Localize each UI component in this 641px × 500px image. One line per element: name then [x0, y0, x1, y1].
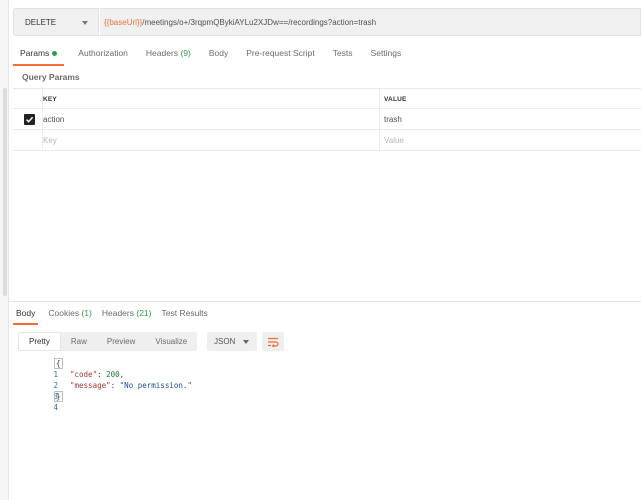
wrap-lines-button[interactable]	[262, 332, 284, 351]
view-pretty-button[interactable]: Pretty	[18, 332, 61, 351]
url-variable: {{baseUrl}}	[104, 17, 143, 27]
wrap-lines-icon	[268, 337, 279, 347]
new-param-key-input[interactable]: Key	[43, 130, 380, 151]
url-path: /meetings/o+/3rqpmQBykiAYLu2XJDw==/recor…	[142, 17, 377, 27]
table-row-new: Key Value	[13, 130, 641, 151]
tab-settings[interactable]: Settings	[371, 44, 402, 66]
code-line-text: }	[54, 391, 63, 402]
format-select[interactable]: JSON	[207, 332, 257, 351]
table-row: action trash	[13, 109, 641, 130]
json-key-message: "message"	[70, 381, 111, 390]
query-params-table: KEY VALUE action trash Key Value	[13, 88, 641, 151]
format-label: JSON	[214, 337, 236, 346]
method-select[interactable]: DELETE	[13, 8, 99, 36]
tab-headers-count: (9)	[180, 48, 191, 58]
tab-test-results-label: Test Results	[161, 308, 208, 318]
pane-divider[interactable]	[9, 301, 641, 302]
tab-body[interactable]: Body	[209, 44, 228, 66]
tab-cookies[interactable]: Cookies (1)	[48, 305, 91, 325]
tab-test-results[interactable]: Test Results	[162, 305, 208, 325]
view-raw-button[interactable]: Raw	[61, 332, 97, 351]
code-line-text: "code": 200,	[70, 370, 125, 379]
chevron-down-icon	[82, 21, 88, 25]
json-key-code: "code"	[70, 370, 98, 379]
request-url-bar: DELETE {{baseUrl}}/meetings/o+/3rqpmQByk…	[13, 8, 641, 36]
tab-response-headers-count: (21)	[136, 308, 152, 318]
chevron-down-icon	[243, 340, 249, 344]
tab-headers[interactable]: Headers (9)	[146, 44, 191, 66]
line-number: 4	[53, 403, 59, 412]
tab-params[interactable]: Params	[13, 44, 65, 66]
tab-headers-label: Headers	[145, 48, 179, 58]
tab-response-body-label: Body	[16, 308, 36, 318]
checkmark-icon	[25, 116, 34, 123]
new-param-value-input[interactable]: Value	[384, 130, 641, 151]
code-line: 3 "message": "No permission."	[18, 380, 192, 401]
code-line: 4 }	[18, 391, 63, 412]
code-line-text: "message": "No permission."	[70, 381, 192, 390]
response-tabs: Body Cookies (1) Headers (21) Test Resul…	[13, 305, 218, 325]
param-enabled-checkbox[interactable]	[24, 114, 35, 125]
open-brace: {	[54, 358, 63, 369]
tab-settings-label: Settings	[370, 48, 402, 58]
left-scrollbar[interactable]	[3, 88, 7, 296]
tab-response-headers-label: Headers	[101, 308, 134, 318]
json-value-message: "No permission."	[119, 381, 192, 390]
view-mode-group: Pretty Raw Preview Visualize	[18, 332, 198, 351]
params-active-dot-icon	[52, 51, 58, 57]
param-key-field[interactable]: action	[43, 109, 380, 130]
code-line: 2 "code": 200,	[18, 369, 125, 390]
tab-tests-label: Tests	[332, 48, 353, 58]
query-params-title: Query Params	[22, 72, 80, 82]
view-visualize-button[interactable]: Visualize	[145, 332, 197, 351]
checkbox-column	[13, 130, 43, 151]
checkbox-column	[13, 109, 43, 130]
column-header-key: KEY	[43, 89, 380, 110]
close-brace: }	[54, 391, 63, 402]
table-header-row: KEY VALUE	[13, 88, 641, 110]
column-header-value: VALUE	[384, 96, 407, 103]
tab-params-label: Params	[20, 48, 50, 58]
param-value-field[interactable]: trash	[384, 109, 641, 130]
tab-response-headers[interactable]: Headers (21)	[102, 305, 152, 325]
code-line: 1 {	[18, 358, 63, 379]
tab-response-body[interactable]: Body	[13, 305, 39, 325]
url-input[interactable]: {{baseUrl}}/meetings/o+/3rqpmQBykiAYLu2X…	[100, 8, 641, 36]
response-body-code: 1 { 2 "code": 200, 3 "message": "No perm…	[18, 358, 192, 412]
method-label: DELETE	[25, 17, 57, 27]
tab-cookies-label: Cookies	[48, 308, 80, 318]
tab-authorization-label: Authorization	[78, 48, 128, 58]
tab-prerequest-script[interactable]: Pre-request Script	[246, 44, 315, 66]
tab-authorization[interactable]: Authorization	[78, 44, 128, 66]
request-tabs: Params Authorization Headers (9) Body Pr…	[13, 44, 419, 66]
tab-tests[interactable]: Tests	[333, 44, 353, 66]
tab-body-label: Body	[208, 48, 229, 58]
code-line-text: {	[54, 358, 63, 369]
tab-prerequest-label: Pre-request Script	[246, 48, 315, 58]
json-value-code: 200	[106, 370, 120, 379]
view-preview-button[interactable]: Preview	[97, 332, 145, 351]
checkbox-column	[13, 89, 43, 110]
tab-cookies-count: (1)	[81, 308, 92, 318]
